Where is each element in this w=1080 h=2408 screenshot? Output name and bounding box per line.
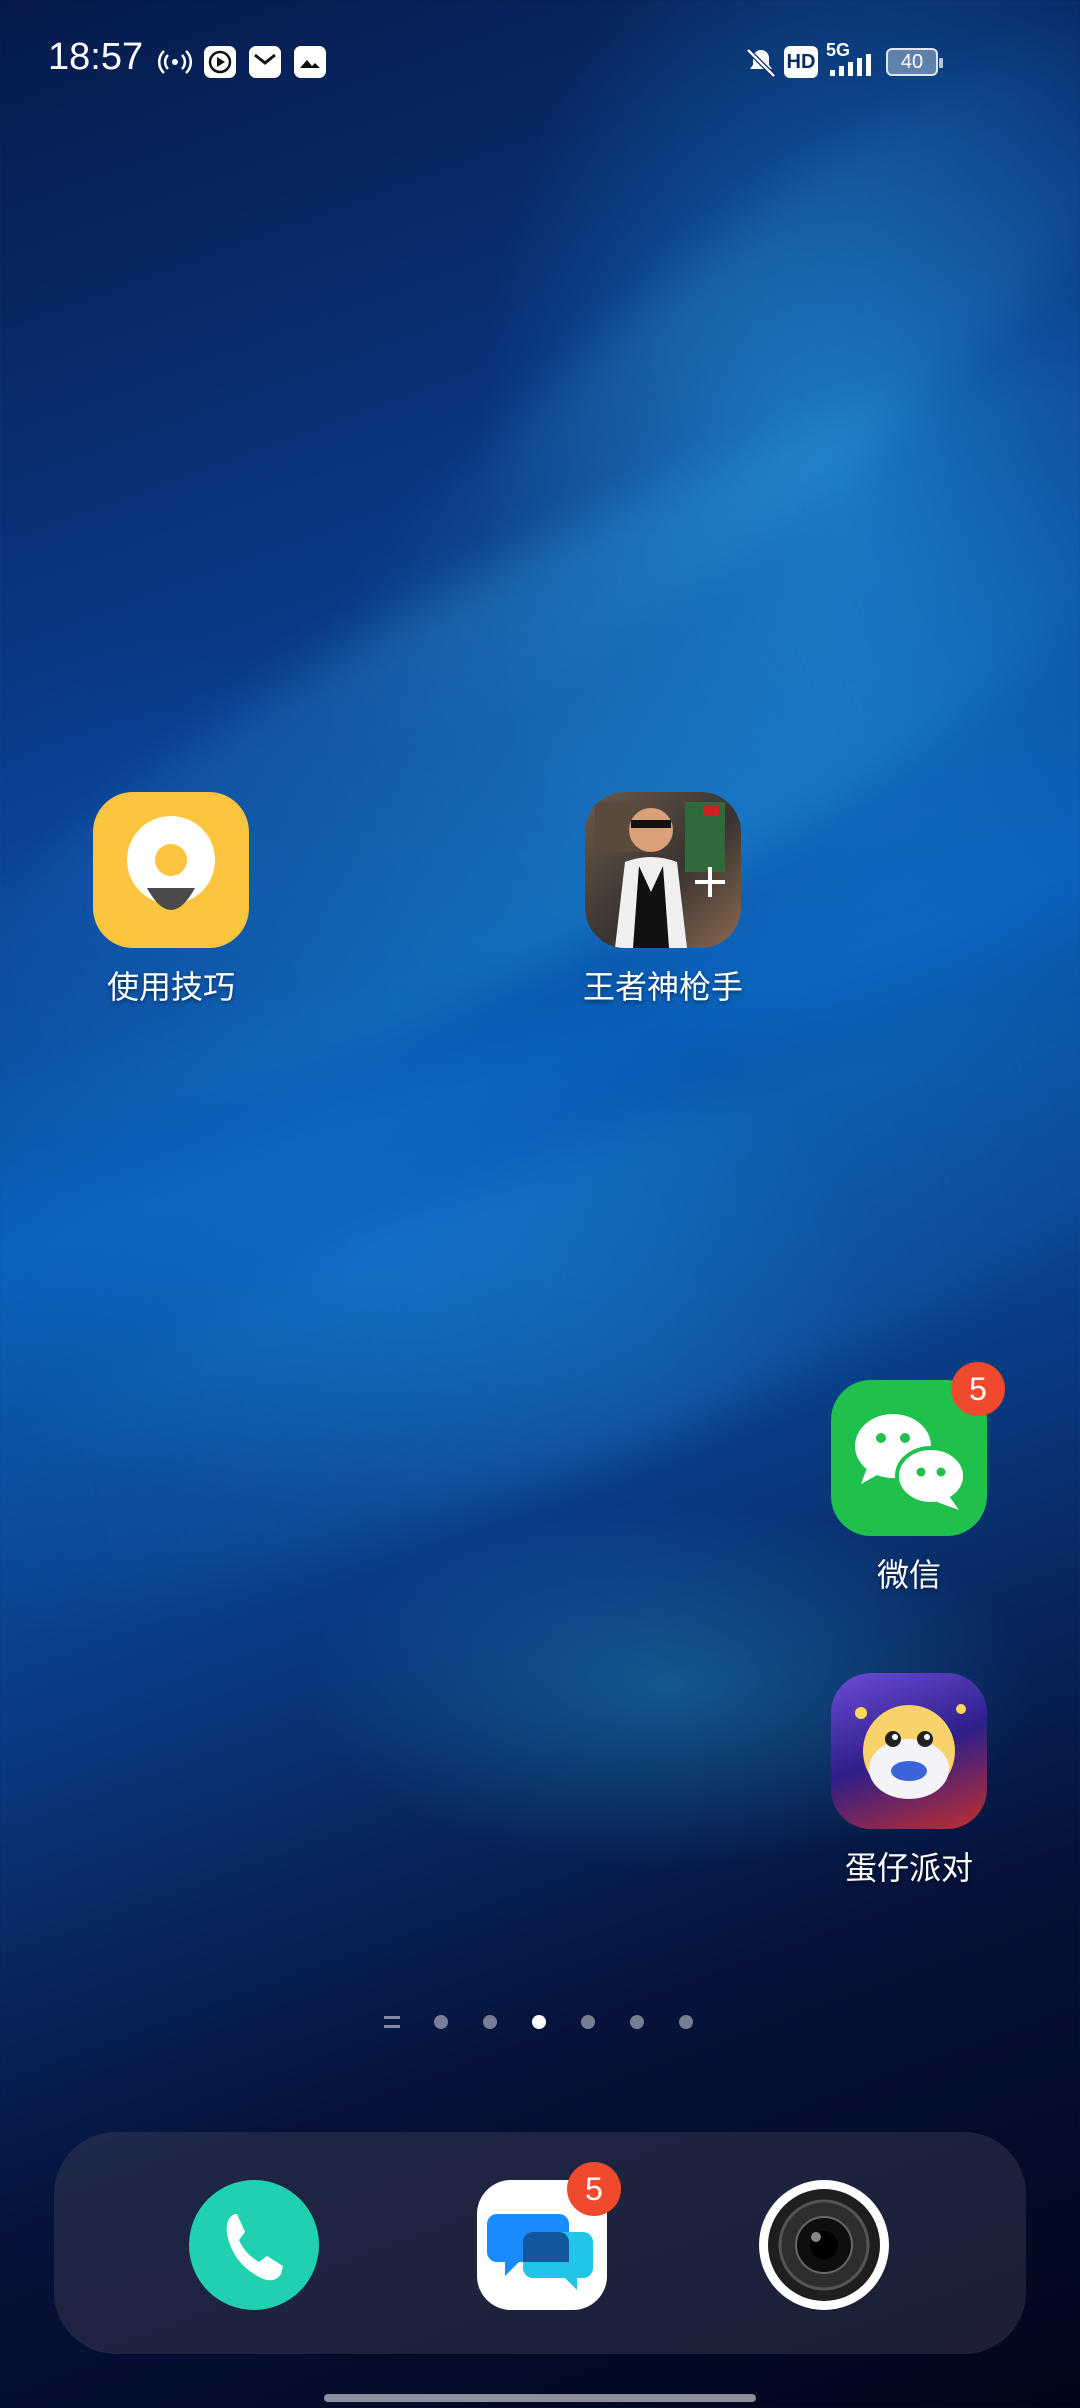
- page-dot[interactable]: [679, 2015, 693, 2029]
- status-time: 18:57: [48, 36, 144, 78]
- tips-bulb-icon: [93, 792, 249, 948]
- status-bar: 18:57 HD 5G 40: [0, 0, 1080, 120]
- page-dot[interactable]: [483, 2015, 497, 2029]
- home-gesture-bar[interactable]: [324, 2394, 756, 2402]
- mute-bell-icon: [746, 48, 776, 78]
- notification-badge: 5: [951, 1362, 1005, 1416]
- app-eggy-party[interactable]: 蛋仔派对: [799, 1673, 1019, 1889]
- page-indicator[interactable]: [0, 2012, 1080, 2032]
- message-icon[interactable]: 5: [477, 2162, 621, 2310]
- app-label: 微信: [876, 1556, 941, 1594]
- page-dot[interactable]: [434, 2015, 448, 2029]
- app-label: 使用技巧: [106, 968, 235, 1006]
- app-label: 王者神枪手: [582, 968, 743, 1006]
- phone-icon[interactable]: [189, 2180, 319, 2310]
- photo-icon: [294, 46, 326, 78]
- notification-badge: 5: [567, 2162, 621, 2216]
- page-list-icon[interactable]: [384, 2016, 400, 2028]
- sniper-game-icon: [585, 792, 741, 948]
- app-label: 蛋仔派对: [844, 1849, 973, 1887]
- video-icon: [204, 46, 236, 78]
- app-wechat[interactable]: 5 微信: [799, 1362, 1019, 1596]
- app-tips[interactable]: 使用技巧: [61, 792, 281, 1008]
- page-dot[interactable]: [581, 2015, 595, 2029]
- page-dot[interactable]: [630, 2015, 644, 2029]
- hotspot-icon: [158, 50, 192, 74]
- dock: 5: [54, 2132, 1026, 2354]
- page-dot-active[interactable]: [532, 2015, 546, 2029]
- mail-icon: [249, 46, 281, 78]
- hd-icon: HD: [784, 46, 818, 78]
- signal-5g-icon: 5G: [826, 40, 876, 78]
- app-sniper-game[interactable]: 王者神枪手: [553, 792, 773, 1008]
- wechat-icon: 5: [831, 1362, 1005, 1536]
- camera-icon[interactable]: [759, 2180, 889, 2310]
- battery-indicator: 40: [886, 48, 943, 76]
- eggy-party-icon: [831, 1673, 987, 1829]
